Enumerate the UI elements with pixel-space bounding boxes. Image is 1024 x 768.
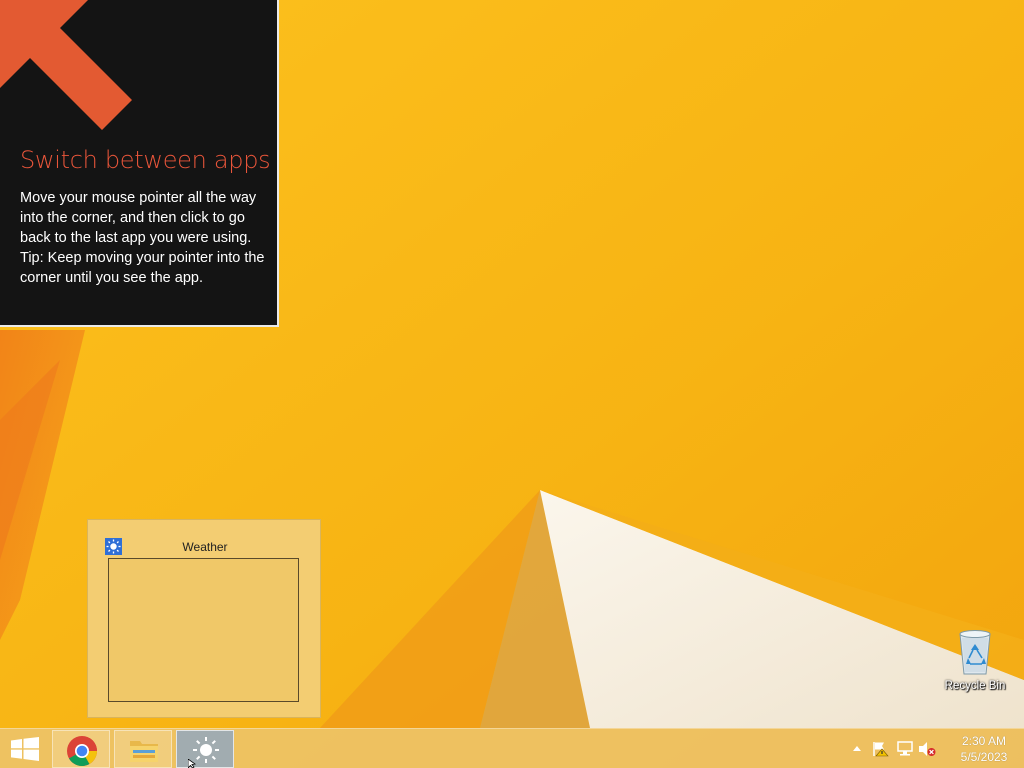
system-tray: 2:30 AM 5/5/2023 [844,729,1024,768]
folder-icon [130,741,158,762]
start-button[interactable] [0,729,50,768]
windows-logo-icon [11,737,39,761]
volume-muted-icon[interactable] [918,741,936,757]
arrow-up-left-icon [0,0,132,130]
taskbar-app-chrome[interactable] [52,730,110,768]
mouse-cursor-icon [188,759,196,768]
tip-title: Switch between apps [20,146,271,174]
desktop[interactable]: Switch between apps Move your mouse poin… [0,0,1024,768]
recycle-bin-icon [959,630,991,675]
taskbar-clock[interactable]: 2:30 AM 5/5/2023 [944,733,1024,765]
tip-hint: Tip: Keep moving your pointer into the c… [20,250,265,286]
clock-date: 5/5/2023 [960,750,1008,764]
taskbar-app-file-explorer[interactable] [114,730,172,768]
network-icon[interactable] [896,741,914,757]
show-hidden-icons-arrow-icon[interactable] [852,744,862,752]
clock-time: 2:30 AM [961,734,1007,748]
tip-flyout: Switch between apps Move your mouse poin… [0,0,279,327]
taskbar-app-weather[interactable] [176,730,234,768]
recycle-bin-desktop-icon[interactable]: Recycle Bin [940,628,1010,703]
preview-title: Weather [182,540,228,554]
tip-body: Move your mouse pointer all the way into… [20,188,265,288]
taskbar-thumbnail-preview[interactable]: Weather [87,519,321,718]
preview-thumbnail-image[interactable] [108,558,299,702]
chrome-icon [67,736,97,767]
tip-description: Move your mouse pointer all the way into… [20,190,257,246]
taskbar: 2:30 AM 5/5/2023 [0,728,1024,768]
recycle-bin-label: Recycle Bin [944,680,1006,692]
action-center-flag-icon[interactable] [872,741,890,757]
